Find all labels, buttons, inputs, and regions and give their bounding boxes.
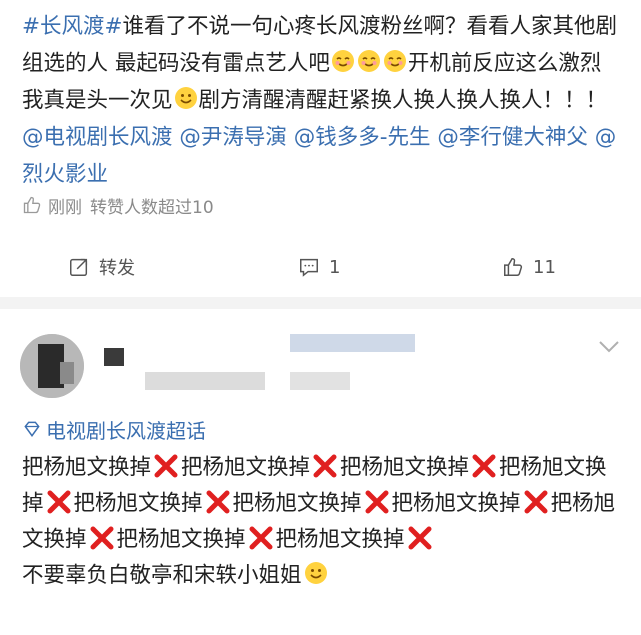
- supertopic-link[interactable]: 电视剧长风渡超话: [22, 414, 206, 444]
- smile-emoji-icon: [383, 50, 406, 72]
- comment-text: 把杨旭文换掉 把杨旭文换掉 把杨旭文换掉 把杨旭文换掉 把杨旭文换掉 把杨旭文换掉 把杨旭文…: [22, 450, 622, 594]
- comment-segment: 把杨旭文换掉: [275, 527, 405, 552]
- cross-mark-icon: [524, 490, 548, 514]
- blurred-username: [145, 372, 265, 390]
- simple-smile-emoji-icon: [174, 87, 197, 109]
- mention-link[interactable]: @李行健大神父: [437, 125, 588, 150]
- thumb-up-icon: [504, 258, 523, 276]
- mention-link[interactable]: @电视剧长风渡: [22, 125, 173, 150]
- blurred-username: [290, 334, 415, 352]
- avatar[interactable]: [20, 334, 84, 398]
- comment-count: 1: [329, 256, 341, 278]
- cross-mark-icon: [206, 490, 230, 514]
- comment-segment: 把杨旭文换掉: [22, 455, 152, 480]
- comment-last-line: 不要辜负白敬亭和宋轶小姐姐: [22, 563, 302, 588]
- cross-mark-icon: [47, 490, 71, 514]
- comment-icon: [300, 258, 318, 277]
- cross-mark-icon: [313, 454, 337, 478]
- comment-segment: 把杨旭文换掉: [391, 491, 521, 516]
- mention-link[interactable]: @尹涛导演: [179, 125, 287, 150]
- comment-segment: 把杨旭文换掉: [181, 455, 311, 480]
- chevron-down-icon[interactable]: [598, 340, 620, 354]
- comment-segment: 把杨旭文换掉: [232, 491, 362, 516]
- section-divider: [0, 297, 641, 309]
- repost-button[interactable]: 转发: [68, 247, 135, 287]
- like-button[interactable]: 11: [502, 247, 556, 287]
- share-icon: [70, 258, 88, 276]
- post-time: 刚刚: [48, 197, 82, 218]
- comment-button[interactable]: 1: [298, 247, 340, 287]
- smile-emoji-icon: [357, 50, 380, 72]
- smile-emoji-icon: [331, 50, 354, 72]
- post-meta: 刚刚 转赞人数超过10: [22, 192, 214, 218]
- post-body-3: 剧方清醒清醒赶紧换人换人换人换人！！！: [198, 88, 608, 113]
- cross-mark-icon: [365, 490, 389, 514]
- simple-smile-emoji-icon: [304, 562, 327, 584]
- diamond-icon: [24, 421, 40, 437]
- cross-mark-icon: [90, 526, 114, 550]
- blurred-username: [104, 348, 124, 366]
- post-text: #长风渡#谁看了不说一句心疼长风渡粉丝啊？看看人家其他剧组选的人 最起码没有雷点…: [22, 8, 622, 193]
- action-bar: 转发 1 11: [0, 247, 641, 287]
- cross-mark-icon: [249, 526, 273, 550]
- hashtag-link[interactable]: #长风渡#: [22, 14, 123, 39]
- comment-segment: 把杨旭文换掉: [116, 527, 246, 552]
- blurred-username: [290, 372, 350, 390]
- comment-segment: 把杨旭文换掉: [340, 455, 470, 480]
- cross-mark-icon: [154, 454, 178, 478]
- thumb-up-icon: [23, 196, 41, 214]
- supertopic-label: 电视剧长风渡超话: [46, 418, 206, 443]
- like-count: 11: [533, 256, 556, 278]
- post-likes-summary: 转赞人数超过10: [90, 197, 214, 218]
- cross-mark-icon: [472, 454, 496, 478]
- cross-mark-icon: [408, 526, 432, 550]
- comment-segment: 把杨旭文换掉: [73, 491, 203, 516]
- repost-label: 转发: [99, 258, 135, 279]
- mention-link[interactable]: @钱多多-先生: [294, 125, 431, 150]
